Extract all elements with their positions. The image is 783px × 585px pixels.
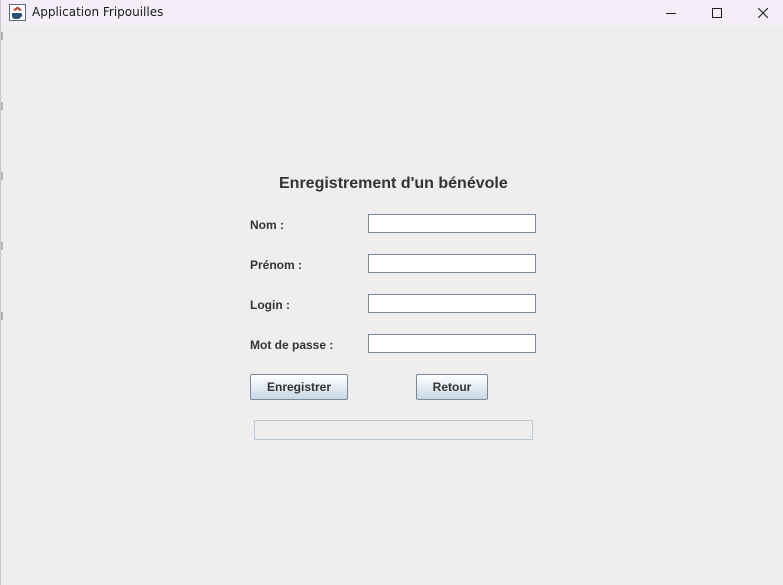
close-button[interactable] — [740, 0, 783, 26]
minimize-icon — [666, 8, 676, 18]
title-bar[interactable]: Application Fripouilles — [1, 0, 783, 26]
close-icon — [758, 8, 768, 18]
java-cup-icon — [9, 4, 26, 21]
password-field[interactable] — [368, 334, 536, 353]
nom-label: Nom : — [250, 218, 284, 232]
prenom-field[interactable] — [368, 254, 536, 273]
password-label: Mot de passe : — [250, 338, 334, 352]
window-title: Application Fripouilles — [32, 5, 164, 19]
maximize-icon — [712, 8, 722, 18]
back-button[interactable]: Retour — [416, 374, 488, 400]
minimize-button[interactable] — [648, 0, 694, 26]
maximize-button[interactable] — [694, 0, 740, 26]
progress-bar — [254, 420, 533, 440]
login-label: Login : — [250, 298, 290, 312]
register-button[interactable]: Enregistrer — [250, 374, 348, 400]
window-edge — [1, 26, 3, 585]
app-window: Application Fripouilles Enregistrement d… — [0, 0, 783, 585]
nom-field[interactable] — [368, 214, 536, 233]
form-heading: Enregistrement d'un bénévole — [279, 175, 508, 192]
prenom-label: Prénom : — [250, 258, 303, 272]
login-field[interactable] — [368, 294, 536, 313]
